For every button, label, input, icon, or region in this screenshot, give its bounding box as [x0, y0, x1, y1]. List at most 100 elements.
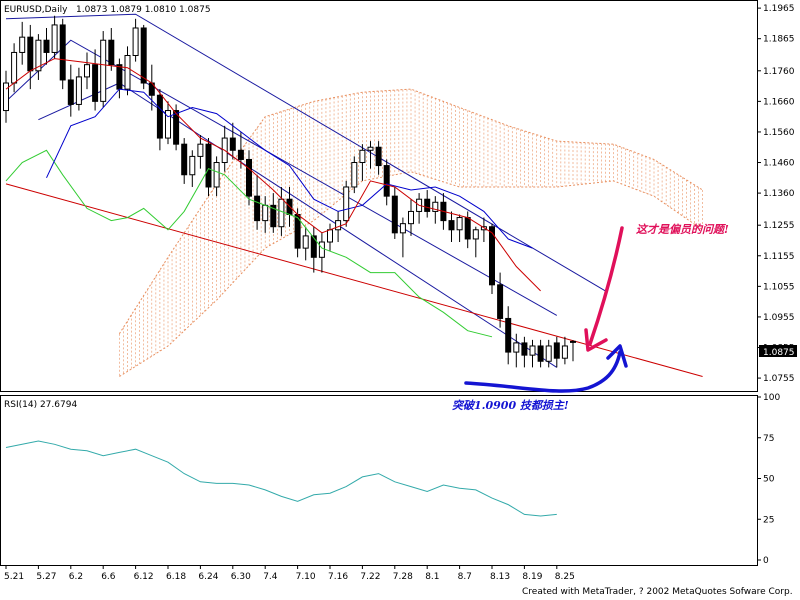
candle-body: [318, 241, 325, 258]
chart-header-values: 1.0873 1.0879 1.0810 1.0875: [76, 5, 211, 15]
candle-body: [92, 64, 99, 102]
candle-body: [237, 149, 244, 160]
date-tick-label: 6.6: [101, 572, 116, 582]
candle-body: [43, 39, 50, 53]
date-tick-label: 8.25: [555, 572, 575, 582]
rsi-header: RSI(14) 27.6794: [4, 400, 77, 410]
chart-header-symbol: EURUSD,Daily: [4, 5, 68, 15]
candle-body: [456, 217, 463, 231]
price-tick-label: 1.1660: [763, 97, 795, 107]
date-tick-label: 6.2: [69, 572, 83, 582]
date-tick-label: 6.18: [166, 572, 186, 582]
candle-body: [375, 146, 382, 167]
candle-body: [367, 146, 374, 151]
rsi-tick-label: 25: [763, 515, 774, 525]
date-tick-label: 6.12: [134, 572, 154, 582]
candle-body: [116, 64, 123, 90]
candle-body: [19, 36, 26, 53]
pink-annotation: 这才是偏员的问题!: [636, 223, 729, 236]
candle-body: [424, 198, 431, 212]
date-tick-label: 7.4: [263, 572, 278, 582]
candle-body: [545, 345, 552, 362]
candle-body: [205, 143, 212, 188]
rsi-tick-label: 75: [763, 434, 774, 444]
candle-body: [529, 345, 536, 356]
price-tick-label: 1.1155: [763, 252, 795, 262]
candle-body: [100, 39, 107, 102]
rsi-line: [5, 440, 557, 517]
date-tick-label: 8.1: [425, 572, 439, 582]
candlesticks: [3, 15, 576, 368]
candle-body: [408, 210, 414, 225]
rsi-panel: [0, 395, 758, 566]
candle-body: [335, 220, 342, 231]
candle-body: [521, 342, 528, 356]
candle-body: [246, 158, 252, 197]
date-tick-label: 7.28: [393, 572, 413, 582]
price-tick-label: 1.0955: [763, 313, 795, 323]
price-tick-label: 1.1360: [763, 189, 795, 199]
date-tick-label: 7.22: [360, 572, 380, 582]
price-tick-label: 1.1760: [763, 67, 795, 77]
candle-body: [343, 186, 350, 222]
candle-body: [75, 76, 82, 105]
candle-body: [229, 137, 236, 151]
candle-body: [513, 342, 520, 353]
rsi-tick-label: 0: [763, 556, 769, 566]
blue-annotation: 突破1.0900 技都损主!: [452, 399, 569, 412]
candle-body: [561, 345, 568, 359]
candle-body: [108, 39, 115, 66]
date-tick-label: 6.24: [198, 572, 218, 582]
candle-body: [213, 162, 220, 188]
date-tick-label: 8.7: [458, 572, 472, 582]
candle-body: [383, 165, 390, 197]
price-tick-label: 1.1460: [763, 159, 795, 169]
chart-canvas: 1.1965 1.1865 1.1760 1.1660 1.1560 1.1460 1.13…: [0, 0, 797, 597]
current-price-label: 1.0875: [763, 348, 795, 358]
candle-body: [359, 149, 366, 164]
candle-body: [537, 345, 544, 362]
candle-body: [310, 235, 317, 258]
price-tick-label: 1.0755: [763, 374, 795, 384]
rsi-tick-label: 50: [763, 475, 775, 485]
candle-body: [3, 82, 9, 112]
date-tick-label: 7.10: [296, 572, 316, 582]
candle-body: [67, 79, 74, 105]
candle-body: [254, 195, 261, 222]
candle-body: [497, 284, 504, 319]
date-tick-label: 6.30: [231, 572, 251, 582]
price-tick-label: 1.1865: [763, 35, 795, 45]
candle-body: [140, 27, 147, 84]
candle-body: [181, 143, 188, 176]
candle-body: [399, 223, 406, 234]
candle-body: [464, 217, 471, 240]
candle-body: [391, 195, 398, 234]
price-tick-label: 1.1965: [763, 4, 795, 14]
candle-body: [132, 27, 139, 57]
candle-body: [278, 198, 285, 228]
candle-body: [27, 36, 34, 72]
candle-body: [262, 204, 269, 222]
candle-body: [570, 340, 576, 343]
candle-body: [351, 162, 358, 188]
rsi-tick-label: 100: [763, 393, 780, 403]
price-tick-label: 1.1055: [763, 282, 795, 292]
candle-body: [156, 94, 163, 139]
candle-body: [51, 24, 58, 53]
price-tick-label: 1.1255: [763, 221, 795, 231]
date-tick-label: 8.13: [490, 572, 510, 582]
footer-credit: Created with MetaTrader, ? 2002 MetaQuot…: [522, 587, 793, 597]
candle-body: [84, 64, 90, 78]
candle-body: [59, 24, 66, 81]
date-tick-label: 5.21: [4, 572, 24, 582]
candle-body: [448, 220, 455, 231]
candle-body: [472, 229, 479, 240]
candle-body: [11, 51, 18, 84]
pink-arrowhead: [584, 328, 608, 352]
candle-body: [327, 229, 333, 243]
date-tick-label: 8.19: [522, 572, 542, 582]
candle-body: [189, 155, 196, 176]
candle-body: [124, 55, 131, 90]
candle-body: [505, 317, 512, 353]
channel-mid-line: [5, 39, 558, 316]
